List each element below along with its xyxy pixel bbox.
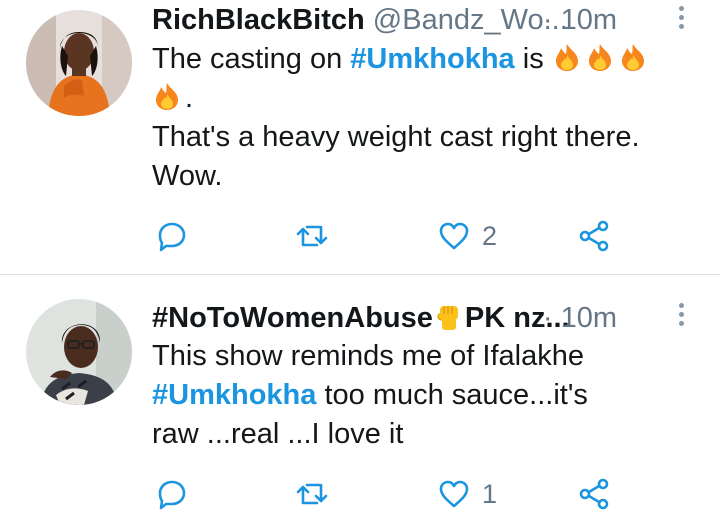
avatar[interactable] [26,299,132,405]
more-options-icon[interactable] [676,6,686,36]
like-count: 2 [482,220,498,251]
tweet-actions: 2 [152,216,672,256]
tweet-text: The casting on #Umkhokha is . That's a h… [152,40,692,196]
fire-icon [585,42,615,72]
raised-fist-icon [433,300,465,332]
reply-icon [156,220,188,252]
tweet-text: This show reminds me of Ifalakhe #Umkhok… [152,337,692,454]
display-name[interactable]: #NoToWomenAbuse PK nz... [152,302,570,334]
avatar[interactable] [26,10,132,116]
display-name-segment: #NoToWomenAbuse [152,302,433,334]
retweet-button[interactable] [296,216,328,256]
tweet-header: RichBlackBitch @Bandz_Wo... · 10m [152,0,672,40]
timestamp[interactable]: · 10m [543,0,617,40]
hashtag-link[interactable]: #Umkhokha [350,43,514,75]
tweet[interactable]: #NoToWomenAbuse PK nz... · 10m This show … [0,275,720,523]
fire-icon [552,42,582,72]
tweet-text-line: raw ...real ...I love it [152,418,404,450]
tweet-text-segment: . [185,82,194,114]
fire-icon [618,42,648,72]
tweet-actions: 1 [152,474,672,514]
reply-button[interactable] [156,216,188,256]
like-button[interactable]: 1 [438,474,497,514]
user-handle[interactable]: @Bandz_Wo... [373,4,568,36]
retweet-button[interactable] [296,474,328,514]
timestamp[interactable]: · 10m [543,298,617,338]
tweet-text-line: Wow. [152,160,223,192]
retweet-icon [296,220,328,252]
tweet-text-line: That's a heavy weight cast right there. [152,121,640,153]
like-icon [438,478,470,510]
share-icon [578,478,610,510]
reply-icon [156,478,188,510]
tweet-text-segment: too much sauce...it's [316,379,588,411]
hashtag-link[interactable]: #Umkhokha [152,379,316,411]
like-count: 1 [482,478,498,509]
tweet[interactable]: RichBlackBitch @Bandz_Wo... · 10m The ca… [0,0,720,274]
fire-icon [152,81,182,111]
more-options-icon[interactable] [676,303,686,333]
retweet-icon [296,478,328,510]
like-icon [438,220,470,252]
share-button[interactable] [578,216,610,256]
display-name[interactable]: RichBlackBitch [152,4,365,36]
share-button[interactable] [578,474,610,514]
tweet-text-line: This show reminds me of Ifalakhe [152,340,584,372]
share-icon [578,220,610,252]
reply-button[interactable] [156,474,188,514]
like-button[interactable]: 2 [438,216,497,256]
tweet-text-segment: The casting on [152,43,351,75]
tweet-text-segment: is [514,43,552,75]
tweet-header: #NoToWomenAbuse PK nz... · 10m [152,298,672,338]
